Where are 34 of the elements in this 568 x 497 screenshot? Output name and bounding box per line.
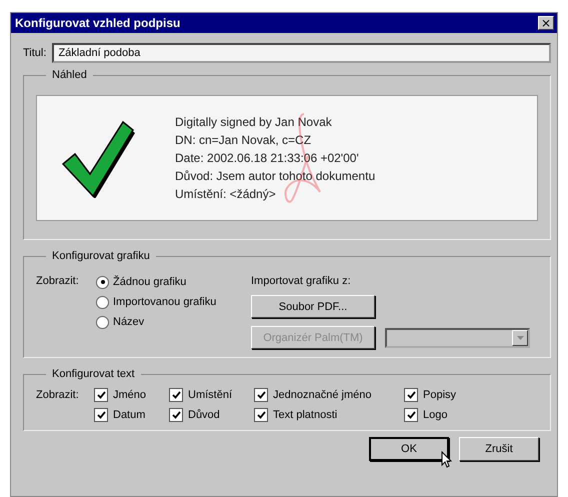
signature-line: Digitally signed by Jan Novak [175, 115, 333, 129]
close-button[interactable]: × [538, 16, 554, 30]
group-legend: Náhled [46, 69, 93, 81]
option-label: Importovanou grafiku [113, 296, 216, 308]
option-label: Název [113, 316, 144, 328]
checkbox-option[interactable]: Popisy [404, 388, 484, 402]
signature-line: DN: cn=Jan Novak, c=CZ [175, 133, 312, 147]
signature-line: Date: 2002.06.18 21:33:06 +02'00' [175, 151, 360, 165]
radio-option[interactable]: Importovanou grafiku [96, 292, 251, 312]
caret-icon [516, 336, 524, 340]
checkbox-option[interactable]: Jméno [94, 388, 169, 402]
group-legend: Konfigurovat grafiku [46, 250, 156, 262]
group-legend: Konfigurovat text [46, 368, 141, 380]
title-label: Titul: [23, 47, 46, 59]
dialog-button[interactable]: Zrušit [459, 437, 539, 461]
radio-option[interactable]: Název [96, 312, 251, 332]
show-label: Zobrazit: [36, 275, 79, 287]
checkbox-option[interactable]: Umístění [169, 388, 254, 402]
checkbox-option[interactable]: Datum [94, 408, 169, 422]
import-label: Importovat grafiku z: [251, 274, 352, 287]
checkbox-option[interactable]: Logo [404, 408, 484, 422]
checkbox-option[interactable]: Jednoznačné jméno [254, 388, 404, 402]
signature-line: Důvod: Jsem autor tohoto dokumentu [175, 169, 376, 183]
radio-option[interactable]: Žádnou grafiku [96, 272, 251, 292]
signature-line: Umístění: <žádný> [175, 187, 277, 201]
cursor-icon [441, 451, 453, 469]
option-label: Žádnou grafiku [113, 276, 186, 288]
title-field[interactable]: Základní podoba [52, 43, 551, 63]
checkbox-option[interactable]: Text platnosti [254, 408, 404, 422]
show-label: Zobrazit: [36, 389, 80, 401]
import-button[interactable]: Soubor PDF... [251, 295, 375, 318]
dialog-button[interactable]: OK [369, 437, 449, 461]
window-title: Konfigurovat vzhled podpisu [15, 16, 180, 30]
checkbox-option[interactable]: Důvod [169, 408, 254, 422]
